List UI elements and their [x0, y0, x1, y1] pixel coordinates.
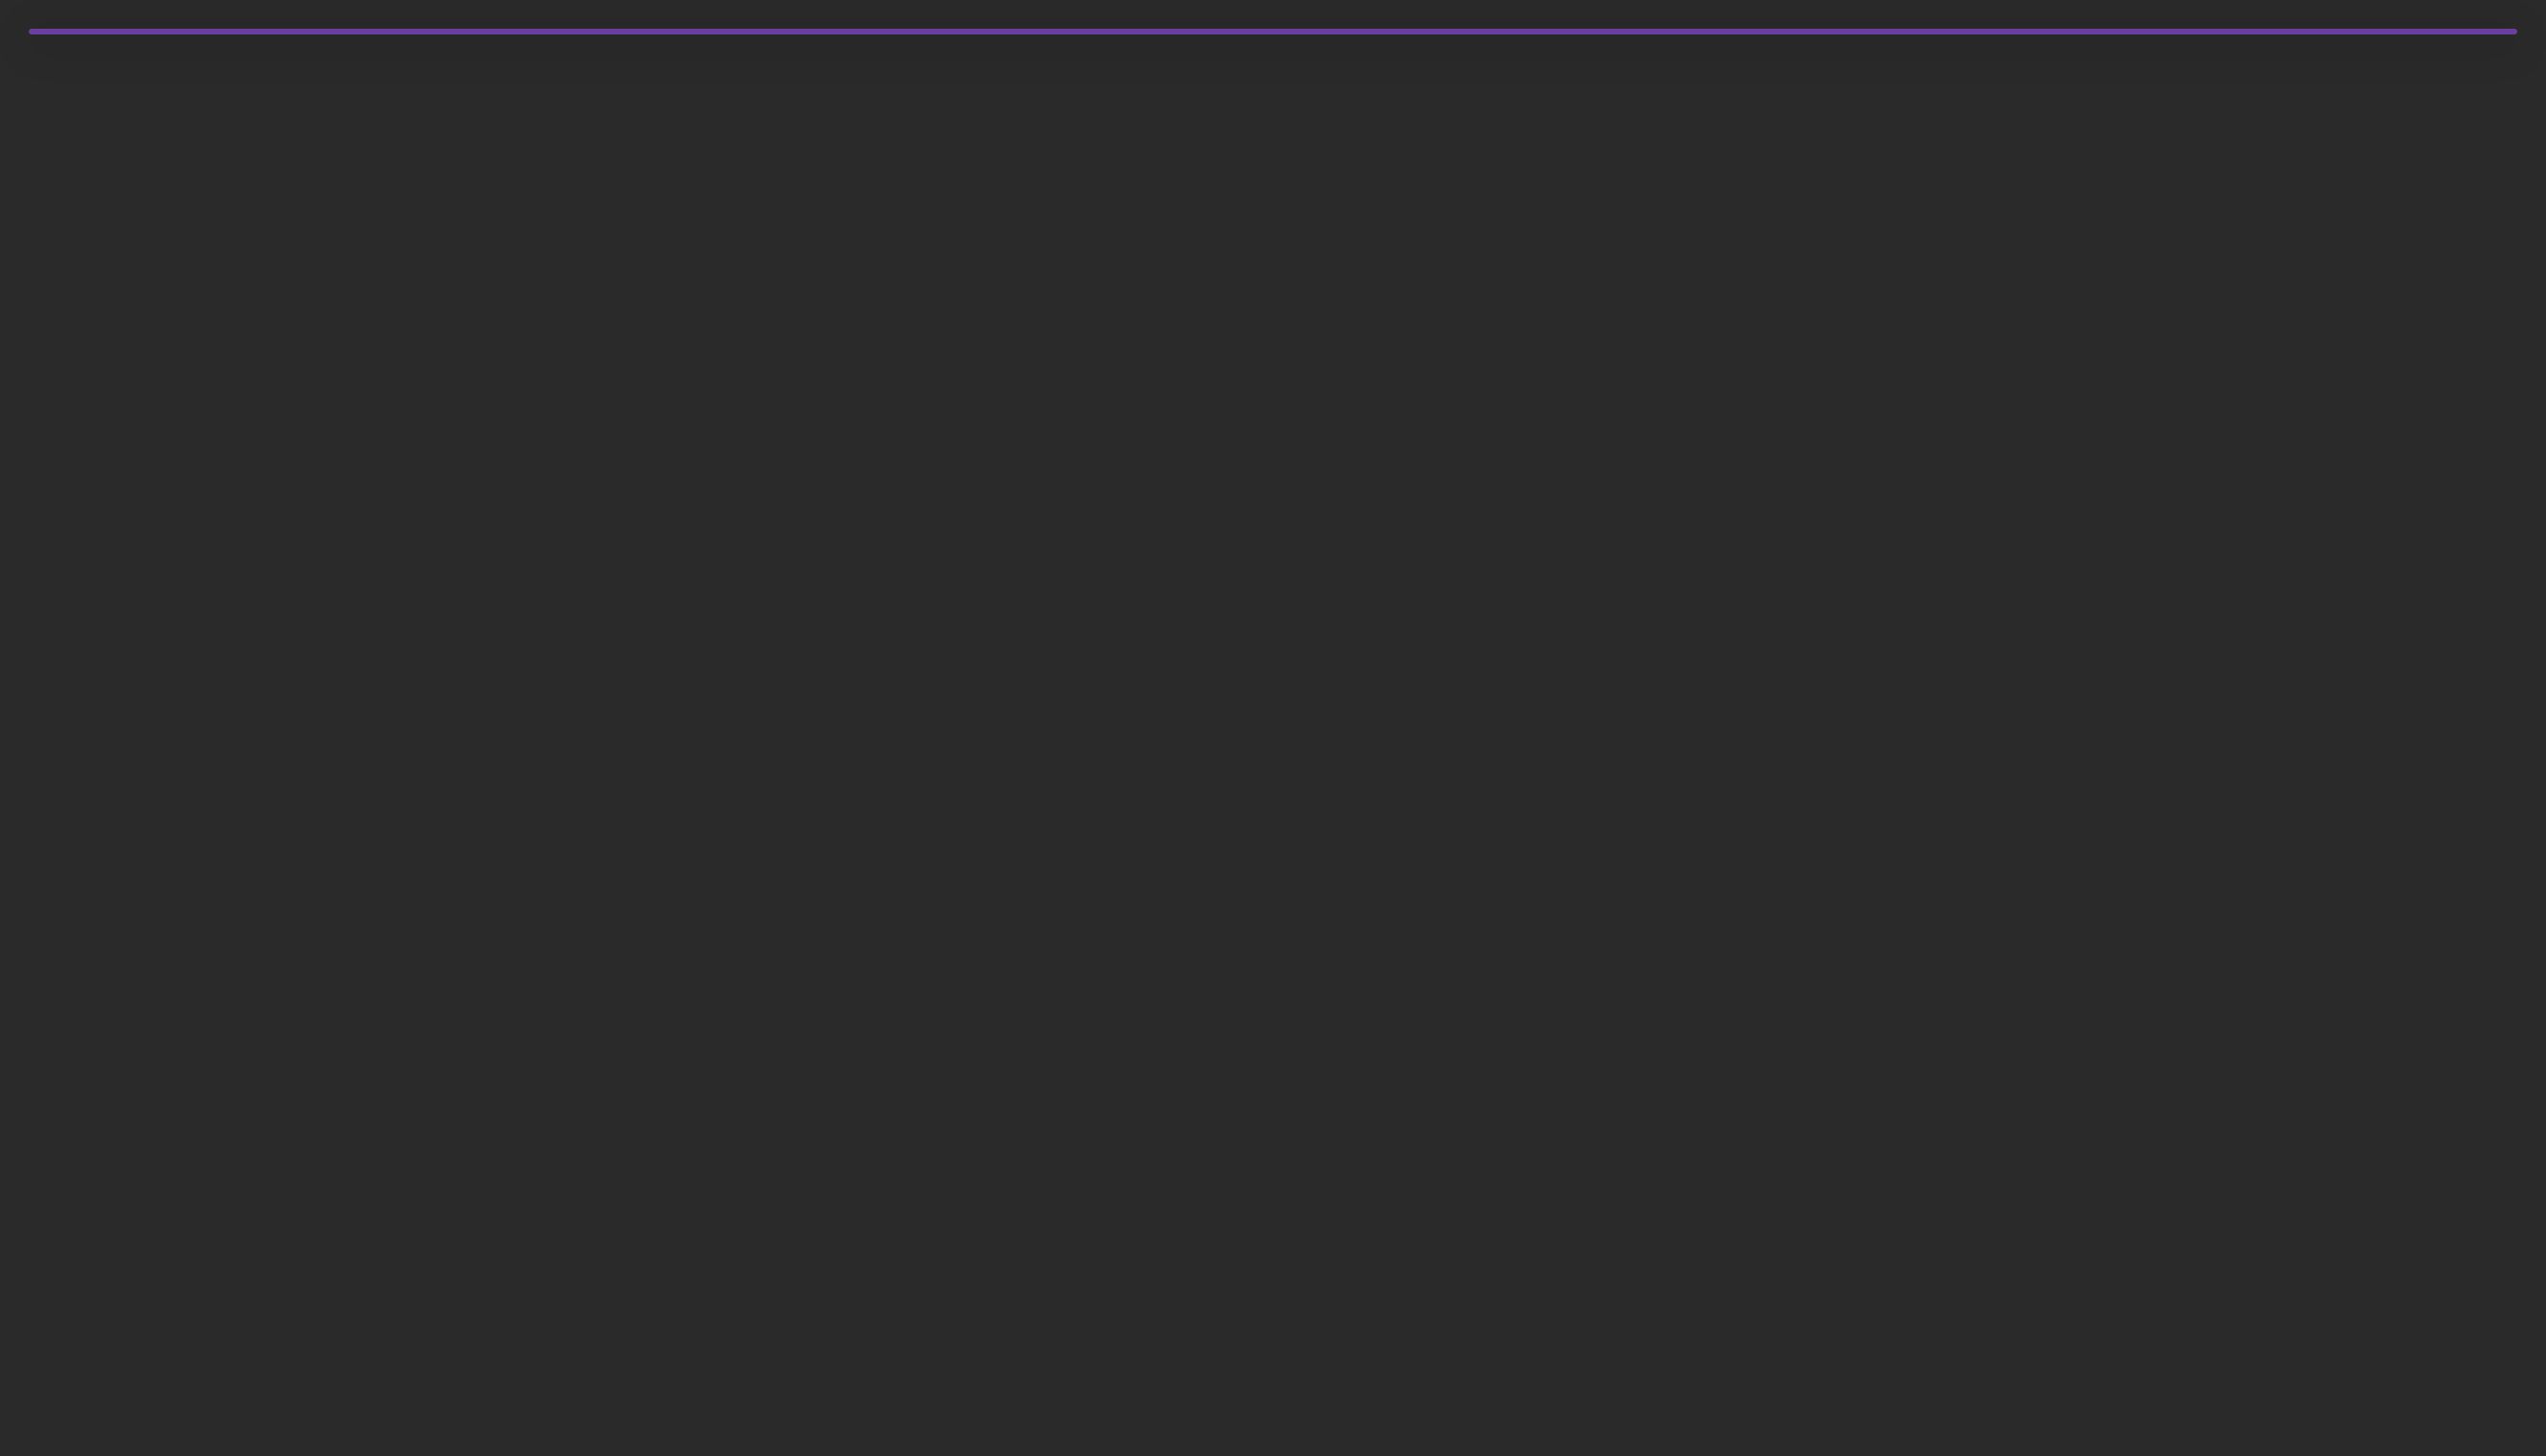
left-rail [32, 32, 99, 34]
top-bar: FILTERS 2,048 of 3,745 records EXPORT TO… [99, 32, 2514, 34]
